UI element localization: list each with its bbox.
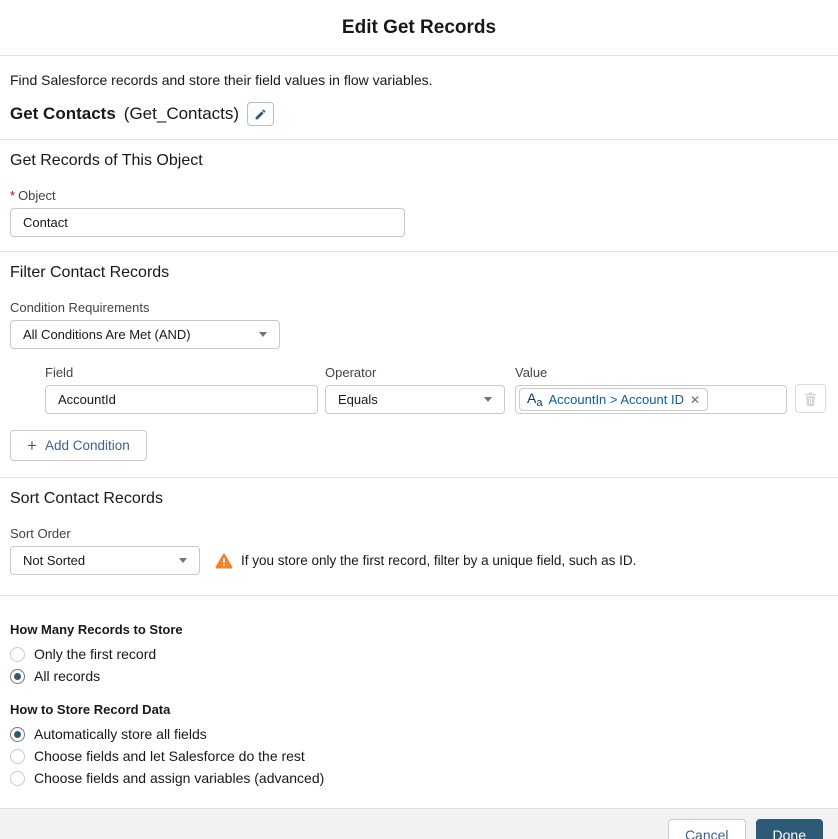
condition-requirements-value: All Conditions Are Met (AND) (23, 327, 191, 342)
radio-label: Automatically store all fields (34, 726, 207, 742)
radio-only-first-record[interactable]: Only the first record (10, 646, 828, 662)
pencil-icon (254, 108, 267, 121)
sort-section-heading: Sort Contact Records (10, 490, 163, 507)
done-button[interactable]: Done (755, 819, 823, 839)
chevron-down-icon (484, 397, 492, 402)
trash-icon (804, 392, 817, 406)
radio-choose-fields-advanced[interactable]: Choose fields and assign variables (adva… (10, 770, 828, 786)
storage-section: How Many Records to Store Only the first… (0, 596, 838, 808)
dialog-header: Edit Get Records (0, 0, 838, 56)
resource-pill: Aa AccountIn > Account ID ✕ (519, 388, 709, 411)
operator-value: Equals (338, 392, 378, 407)
value-input[interactable]: Aa AccountIn > Account ID ✕ (515, 385, 787, 414)
delete-condition-button[interactable] (795, 384, 826, 413)
radio-label: Choose fields and let Salesforce do the … (34, 748, 305, 764)
how-store-data-label: How to Store Record Data (10, 702, 171, 717)
radio-store-all-fields[interactable]: Automatically store all fields (10, 726, 828, 742)
field-label: Field (45, 365, 74, 380)
chevron-down-icon (179, 558, 187, 563)
sort-order-label: Sort Order (10, 526, 71, 541)
operator-label: Operator (325, 365, 377, 380)
how-many-records-label: How Many Records to Store (10, 622, 183, 637)
edit-get-records-dialog: Edit Get Records Find Salesforce records… (0, 0, 838, 839)
operator-select[interactable]: Equals (325, 385, 505, 414)
dialog-footer: Cancel Done (0, 808, 838, 839)
filter-section-heading: Filter Contact Records (10, 264, 170, 281)
required-asterisk: * (10, 188, 16, 203)
remove-pill-icon[interactable]: ✕ (690, 393, 700, 406)
cancel-button[interactable]: Cancel (667, 819, 746, 839)
object-input[interactable] (10, 208, 405, 237)
text-type-icon: Aa (527, 389, 543, 409)
warning-text: If you store only the first record, filt… (241, 553, 637, 568)
value-label: Value (515, 365, 548, 380)
element-api-name: (Get_Contacts) (123, 104, 240, 123)
radio-label: Only the first record (34, 646, 157, 662)
plus-icon: + (27, 436, 37, 455)
element-name: Get Contacts (10, 104, 116, 123)
sort-order-select[interactable]: Not Sorted (10, 546, 200, 575)
sort-section: Sort Contact Records Sort Order Not Sort… (0, 478, 838, 596)
object-section: Get Records of This Object * Object (0, 140, 838, 252)
filter-section: Filter Contact Records Condition Require… (0, 252, 838, 478)
condition-requirements-label: Condition Requirements (10, 300, 150, 315)
sort-warning: If you store only the first record, filt… (215, 553, 636, 569)
radio-icon[interactable] (10, 748, 25, 764)
add-condition-label: Add Condition (44, 438, 130, 453)
radio-all-records[interactable]: All records (10, 668, 828, 684)
condition-requirements-select[interactable]: All Conditions Are Met (AND) (10, 320, 280, 349)
radio-icon[interactable] (10, 646, 25, 662)
edit-name-button[interactable] (247, 102, 275, 126)
field-input[interactable] (45, 385, 318, 414)
radio-icon[interactable] (10, 668, 25, 684)
radio-icon[interactable] (10, 726, 25, 742)
resource-pill-link[interactable]: AccountIn > Account ID (548, 392, 684, 407)
element-name-row: Get Contacts (Get_Contacts) (10, 102, 828, 126)
radio-label: All records (34, 668, 101, 684)
warning-icon (215, 553, 233, 569)
sort-order-value: Not Sorted (23, 553, 86, 568)
dialog-title: Edit Get Records (341, 16, 497, 38)
radio-label: Choose fields and assign variables (adva… (34, 770, 325, 786)
object-section-heading: Get Records of This Object (10, 152, 203, 169)
chevron-down-icon (259, 332, 267, 337)
condition-row: Field Operator Equals Value Aa AccountIn… (45, 365, 828, 414)
radio-choose-fields-salesforce[interactable]: Choose fields and let Salesforce do the … (10, 748, 828, 764)
add-condition-button[interactable]: + Add Condition (10, 430, 147, 461)
intro-section: Find Salesforce records and store their … (0, 56, 838, 140)
dialog-description: Find Salesforce records and store their … (10, 72, 433, 88)
object-label: * Object (10, 188, 56, 203)
radio-icon[interactable] (10, 770, 25, 786)
